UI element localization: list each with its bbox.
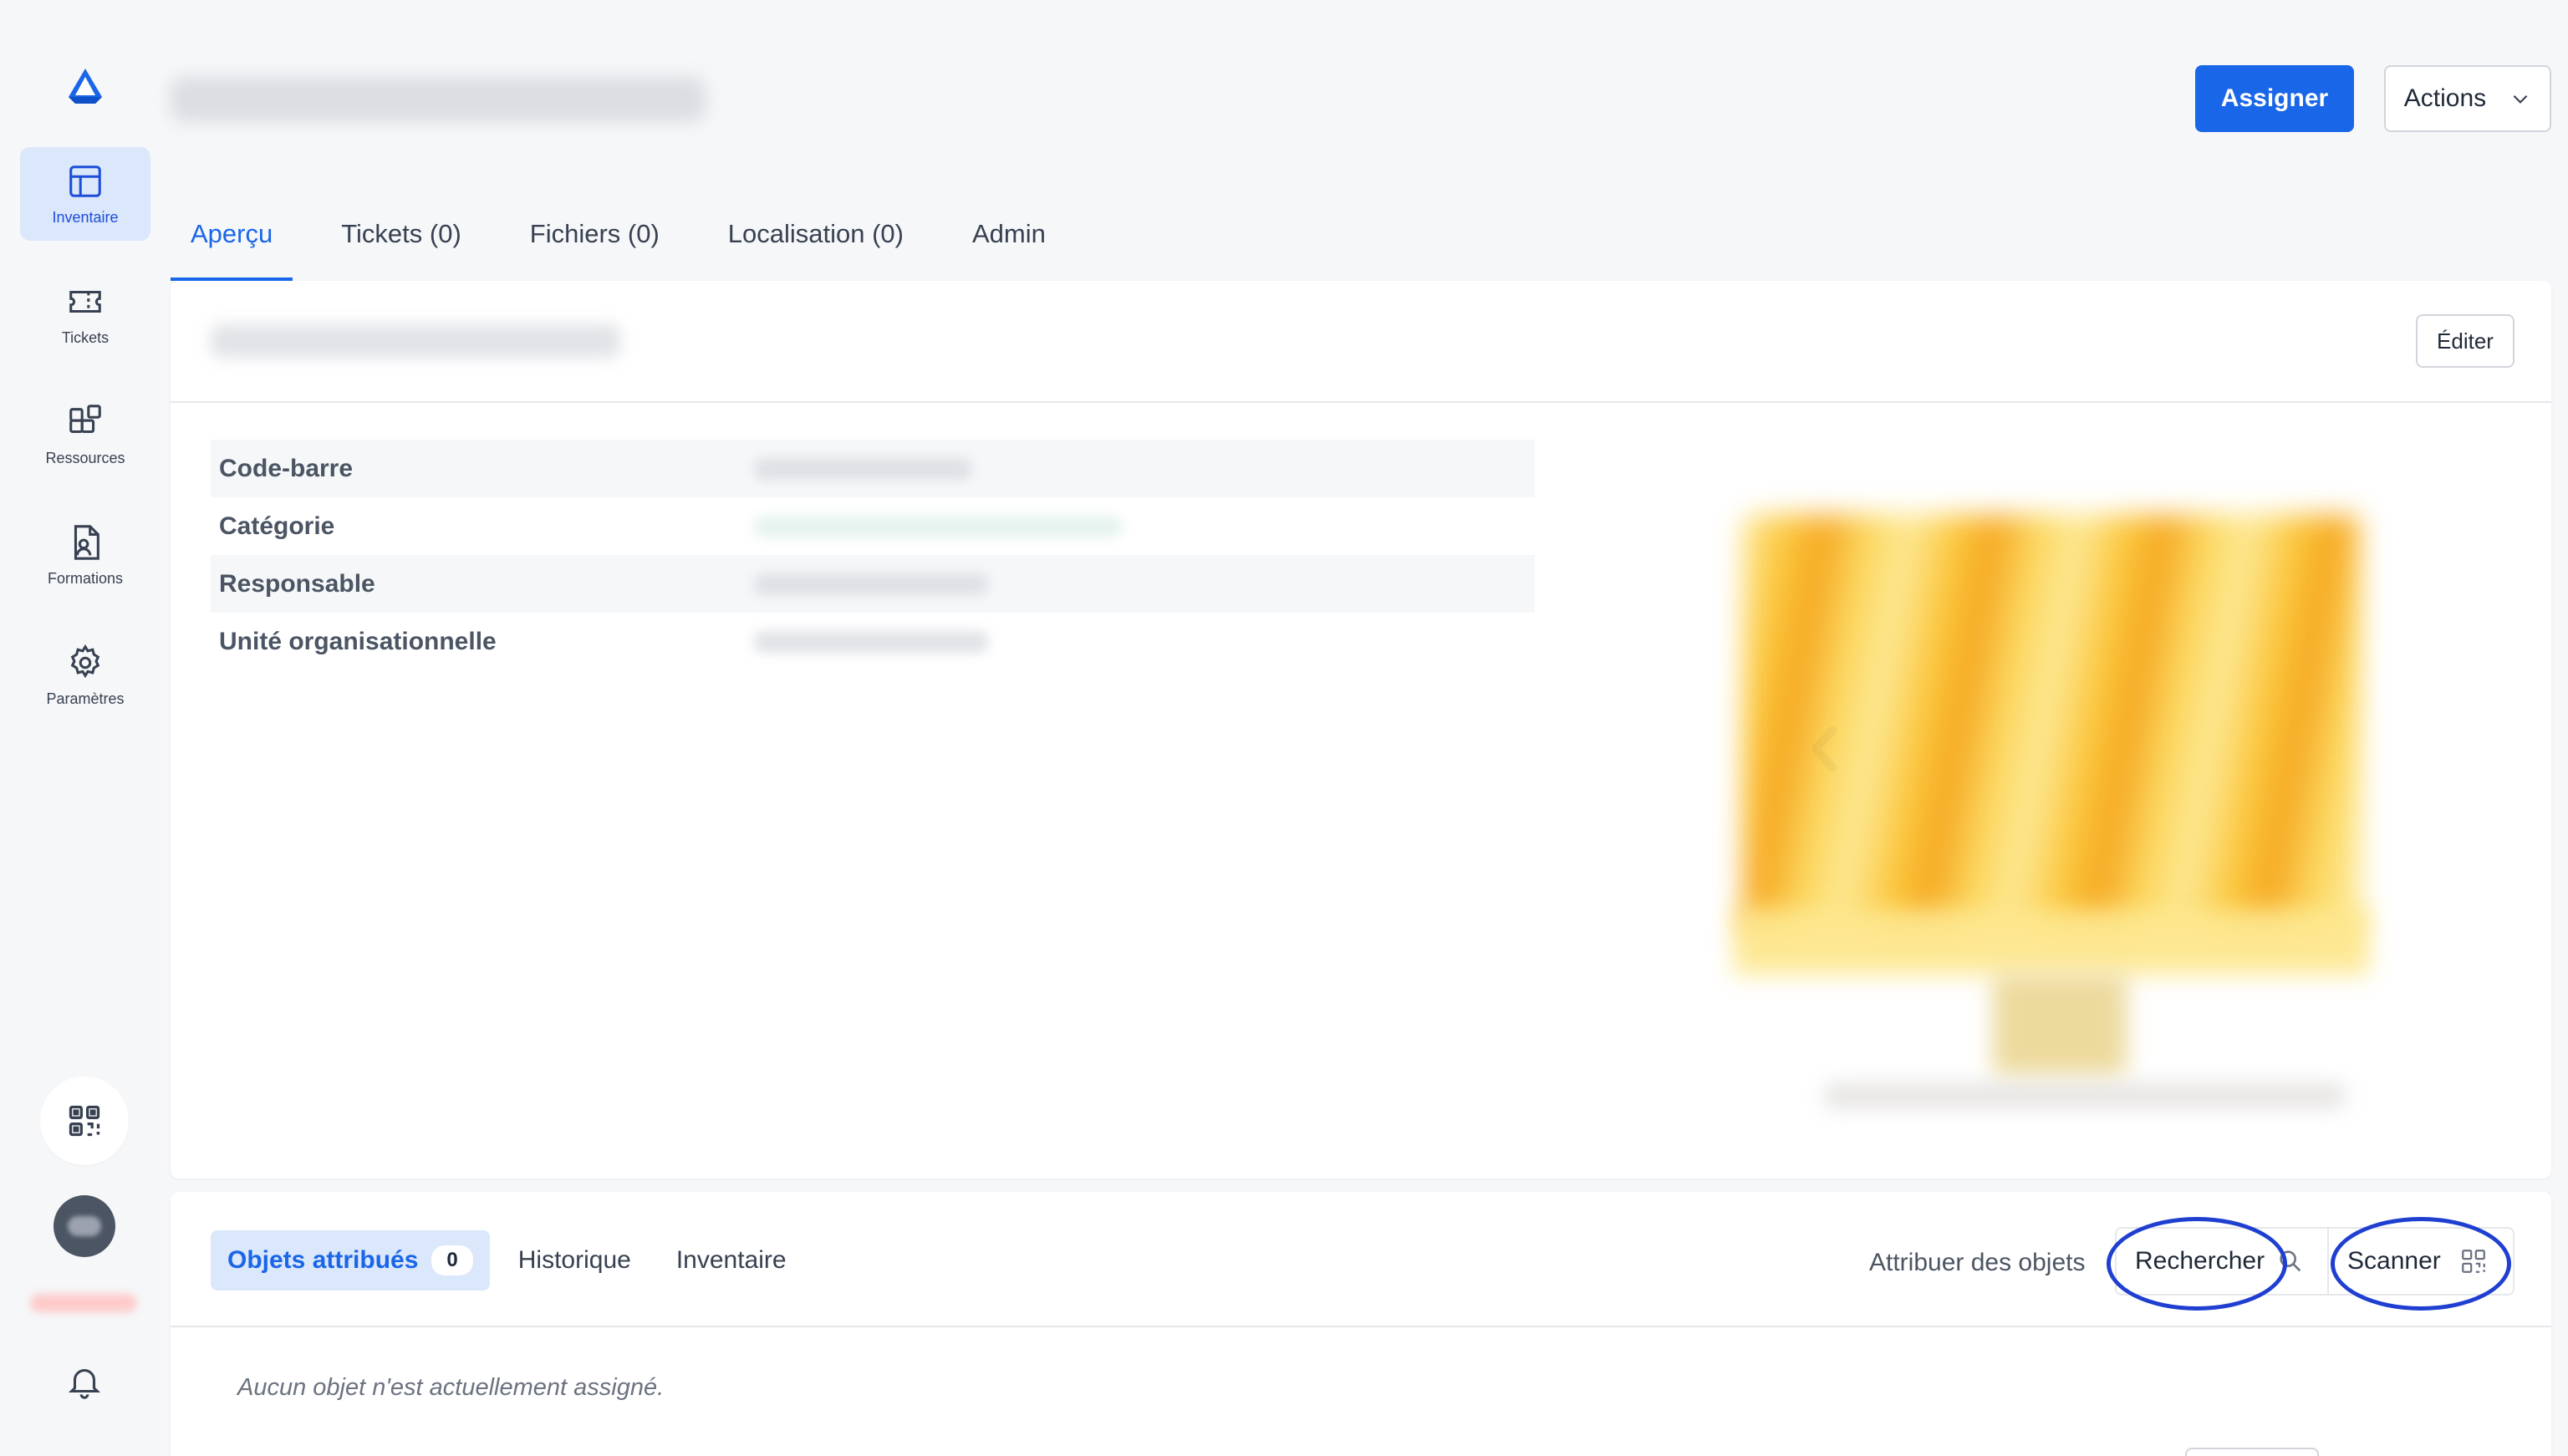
page-title-redacted	[171, 77, 706, 122]
sidebar: Inventaire Tickets Ressources Formations…	[0, 0, 171, 1456]
search-label: Rechercher	[2135, 1247, 2265, 1275]
actions-dropdown[interactable]: Actions	[2384, 65, 2551, 132]
document-user-icon	[74, 524, 99, 560]
actions-label: Actions	[2403, 84, 2487, 112]
detail-row-org-unit: Unité organisationnelle	[211, 613, 1535, 670]
tab-localisation[interactable]: Localisation (0)	[708, 209, 924, 281]
tab-label: Objets attribués	[227, 1246, 419, 1274]
detail-row-category: Catégorie	[211, 497, 1535, 555]
user-status-blur	[30, 1294, 137, 1312]
sidebar-item-formations[interactable]: Formations	[20, 508, 150, 602]
sidebar-item-ressources[interactable]: Ressources	[20, 388, 150, 481]
detail-label: Code-barre	[219, 454, 354, 482]
qr-scan-button[interactable]	[40, 1077, 129, 1165]
empty-state-message: Aucun objet n'est actuellement assigné.	[237, 1374, 665, 1401]
sidebar-item-tickets[interactable]: Tickets	[20, 267, 150, 361]
item-name-redacted	[211, 324, 620, 358]
tab-tickets[interactable]: Tickets (0)	[321, 209, 482, 281]
bell-icon[interactable]	[65, 1362, 104, 1401]
count-badge: 0	[431, 1245, 473, 1275]
sidebar-item-label: Tickets	[61, 328, 110, 346]
gear-icon	[70, 644, 100, 678]
detail-value-redacted	[754, 573, 988, 595]
details-list: Code-barre Catégorie Responsable Unité o…	[211, 440, 1535, 670]
card-header: Éditer	[171, 281, 2551, 403]
panel-tabs: Objets attribués 0 Historique Inventaire	[211, 1230, 803, 1291]
partial-button[interactable]	[2185, 1448, 2319, 1456]
sidebar-item-label: Ressources	[45, 449, 125, 466]
tab-apercu[interactable]: Aperçu	[171, 209, 293, 281]
assign-button[interactable]: Assigner	[2195, 65, 2354, 132]
ticket-icon	[69, 290, 101, 313]
sidebar-item-parametres[interactable]: Paramètres	[20, 629, 150, 722]
tab-objets-attribues[interactable]: Objets attribués 0	[211, 1230, 490, 1291]
resources-icon	[69, 404, 101, 433]
item-overview-card: Éditer Code-barre Catégorie Responsable …	[171, 281, 2551, 1179]
detail-label: Unité organisationnelle	[219, 627, 497, 655]
detail-value-redacted	[754, 630, 988, 653]
scan-label: Scanner	[2347, 1247, 2441, 1275]
scan-objects-button[interactable]: Scanner	[2329, 1227, 2514, 1296]
detail-label: Responsable	[219, 569, 375, 598]
sidebar-item-label: Inventaire	[52, 208, 119, 226]
assigned-objects-panel: Objets attribués 0 Historique Inventaire…	[171, 1192, 2551, 1456]
detail-value-redacted	[754, 457, 971, 480]
tab-admin[interactable]: Admin	[952, 209, 1066, 281]
table-icon	[69, 165, 101, 197]
tab-inventaire[interactable]: Inventaire	[660, 1230, 803, 1291]
qr-code-icon	[69, 1105, 100, 1137]
chevron-down-icon	[2513, 94, 2528, 104]
search-icon	[2280, 1250, 2301, 1272]
detail-row-barcode: Code-barre	[211, 440, 1535, 497]
sidebar-item-label: Formations	[47, 569, 124, 587]
app-logo-icon[interactable]	[62, 65, 109, 109]
search-objects-button[interactable]: Rechercher	[2115, 1227, 2329, 1296]
assign-objects-label: Attribuer des objets	[1869, 1249, 2086, 1276]
avatar[interactable]	[54, 1195, 115, 1257]
qr-code-icon	[2461, 1250, 2485, 1273]
tab-fichiers[interactable]: Fichiers (0)	[510, 209, 680, 281]
tab-bar: Aperçu Tickets (0) Fichiers (0) Localisa…	[171, 209, 1094, 281]
tab-historique[interactable]: Historique	[502, 1230, 648, 1291]
detail-row-responsible: Responsable	[211, 555, 1535, 613]
image-carousel	[1608, 473, 2511, 1158]
panel-header: Objets attribués 0 Historique Inventaire…	[171, 1192, 2551, 1327]
detail-label: Catégorie	[219, 512, 335, 540]
detail-value-redacted	[754, 515, 1122, 537]
sidebar-item-inventaire[interactable]: Inventaire	[20, 147, 150, 241]
edit-button[interactable]: Éditer	[2416, 314, 2514, 368]
sidebar-item-label: Paramètres	[46, 690, 125, 707]
